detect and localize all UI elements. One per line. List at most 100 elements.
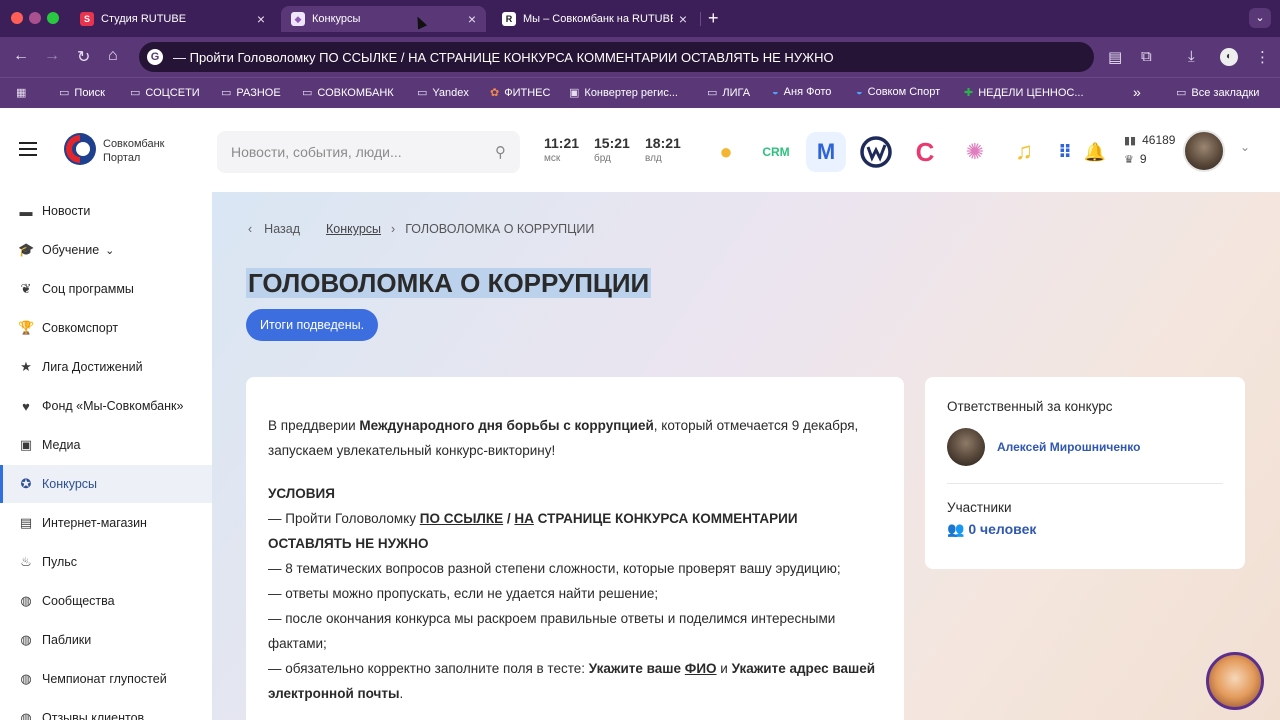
sidebar-item-learning[interactable]: 🎓 Обучение ⌄ bbox=[0, 231, 212, 269]
address-bar-text[interactable]: — Пройти Головоломку ПО ССЫЛКЕ / НА СТРА… bbox=[173, 50, 834, 65]
responsible-name-link[interactable]: Алексей Мирошниченко bbox=[997, 440, 1140, 454]
back-arrow-icon[interactable]: ← bbox=[13, 47, 29, 65]
new-tab-plus-icon[interactable]: + bbox=[708, 8, 719, 29]
address-bar[interactable]: G — Пройти Головоломку ПО ССЫЛКЕ / НА СТ… bbox=[139, 42, 1094, 72]
heart-icon: ♥ bbox=[22, 398, 30, 414]
responsible-person[interactable]: Алексей Мирошниченко bbox=[947, 428, 1223, 466]
sidebar-item-sovcomsport[interactable]: 🏆 Совкомспорт bbox=[0, 309, 212, 347]
portal-logo-text[interactable]: Совкомбанк Портал bbox=[103, 137, 164, 165]
sidebar-item-media[interactable]: ▣ Медиа bbox=[0, 426, 212, 464]
bookmark-folder-misc[interactable]: ▭ РАЗНОЕ bbox=[221, 86, 281, 100]
tab-title: Конкурсы bbox=[312, 13, 361, 25]
conditions-block: УСЛОВИЯ — Пройти Головоломку ПО ССЫЛКЕ /… bbox=[268, 486, 876, 701]
app-music-note-icon[interactable]: ♫ bbox=[1004, 132, 1044, 172]
sidebar-item-silliness-championship[interactable]: ◍ Чемпионат глупостей bbox=[0, 660, 212, 698]
extensions-puzzle-icon[interactable]: ⧉ bbox=[1141, 48, 1152, 65]
close-tab-icon[interactable]: × bbox=[257, 11, 265, 27]
crown-icon: ♛ bbox=[1124, 153, 1134, 166]
chevron-left-icon[interactable]: ‹ bbox=[248, 222, 252, 236]
app-c-icon[interactable]: C bbox=[905, 132, 945, 172]
folder-icon: ▭ bbox=[1176, 87, 1187, 99]
graduation-cap-icon: 🎓 bbox=[18, 242, 35, 257]
sidebar-nav: ▬ Новости 🎓 Обучение ⌄ ❦ Соц программы 🏆… bbox=[0, 192, 212, 720]
browser-tab-bar: S Студия RUTUBE × ◆ Конкурсы × R Мы – Со… bbox=[0, 0, 1280, 37]
close-tab-icon[interactable]: × bbox=[679, 11, 687, 27]
chevron-down-icon[interactable]: ⌄ bbox=[105, 244, 114, 257]
close-window-button[interactable] bbox=[11, 12, 23, 24]
app-w-circle-icon[interactable] bbox=[856, 132, 896, 172]
contest-page-link[interactable]: НА bbox=[514, 511, 534, 526]
more-bookmarks-chevron-icon[interactable]: » bbox=[1133, 84, 1141, 100]
app-pear-icon[interactable]: ● bbox=[706, 132, 746, 172]
sidebar-item-achievements-league[interactable]: ★ Лига Достижений bbox=[0, 348, 212, 386]
sidebar-item-news[interactable]: ▬ Новости bbox=[0, 192, 212, 230]
avatar[interactable] bbox=[947, 428, 985, 466]
reload-icon[interactable]: ↻ bbox=[77, 47, 90, 67]
owl-mascot-icon[interactable] bbox=[1206, 652, 1264, 710]
search-icon[interactable]: ⚲ bbox=[495, 143, 506, 161]
tab-separator bbox=[700, 12, 701, 26]
bookmark-converter[interactable]: ▣ Конвертер регис... bbox=[569, 86, 678, 100]
bookmark-anya-photo[interactable]: ◒ Аня Фото bbox=[772, 86, 831, 98]
divider bbox=[947, 483, 1223, 484]
download-icon[interactable]: ⤓ bbox=[1188, 48, 1195, 65]
bookmark-fitness[interactable]: ✿ ФИТНЕС bbox=[490, 86, 550, 100]
sidebar-item-social-programs[interactable]: ❦ Соц программы bbox=[0, 270, 212, 308]
close-tab-icon[interactable]: × bbox=[468, 11, 476, 27]
minimize-window-button[interactable] bbox=[29, 12, 41, 24]
home-icon[interactable]: ⌂ bbox=[108, 47, 118, 65]
sidebar-item-pulse[interactable]: ♨ Пульс bbox=[0, 543, 212, 581]
browser-tab-contests[interactable]: ◆ Конкурсы × bbox=[281, 6, 486, 32]
sovcombank-logo-icon[interactable] bbox=[63, 132, 97, 166]
rating-stat[interactable]: ▮▮ 46189 bbox=[1124, 133, 1175, 147]
bookmark-values-week[interactable]: ✚ НЕДЕЛИ ЦЕННОС... bbox=[964, 86, 1084, 100]
extension-save-icon[interactable]: ▤ bbox=[1108, 48, 1122, 66]
forward-arrow-icon[interactable]: → bbox=[44, 47, 60, 65]
search-input[interactable] bbox=[231, 144, 495, 160]
profile-avatar-icon[interactable]: ◐ bbox=[1220, 48, 1238, 66]
apps-grid-icon[interactable]: ▦ bbox=[16, 86, 31, 99]
browser-tab-rutube-channel[interactable]: R Мы – Совкомбанк на RUTUBE × bbox=[492, 6, 697, 32]
sidebar-item-publics[interactable]: ◍ Паблики bbox=[0, 621, 212, 659]
app-m-icon[interactable]: M bbox=[806, 132, 846, 172]
puzzle-link[interactable]: ПО ССЫЛКЕ bbox=[420, 511, 503, 526]
chevron-down-icon[interactable]: ⌄ bbox=[1240, 140, 1250, 154]
folder-icon: ▭ bbox=[707, 87, 718, 99]
sidebar-item-foundation[interactable]: ♥ Фонд «Мы-Совкомбанк» bbox=[0, 387, 212, 425]
sidebar-item-online-store[interactable]: ▤ Интернет-магазин bbox=[0, 504, 212, 542]
chat-icon: ◍ bbox=[20, 632, 32, 647]
app-crm-icon[interactable]: CRM bbox=[756, 132, 796, 172]
app-flower-icon[interactable]: ✺ bbox=[955, 132, 995, 172]
bookmark-sovcom-sport[interactable]: ◒ Совком Спорт bbox=[856, 86, 940, 98]
participants-count[interactable]: 👥 0 человек bbox=[947, 521, 1223, 538]
bookmark-folder-socials[interactable]: ▭ СОЦСЕТИ bbox=[130, 86, 200, 100]
apps-grid-icon[interactable]: ⠿ bbox=[1048, 132, 1082, 172]
portal-favicon-icon: ◆ bbox=[291, 12, 305, 26]
bookmark-folder-yandex[interactable]: ▭ Yandex bbox=[417, 86, 469, 100]
hamburger-menu-icon[interactable] bbox=[19, 142, 37, 156]
browser-tab-rutube-studio[interactable]: S Студия RUTUBE × bbox=[70, 6, 275, 32]
sidebar-item-client-reviews[interactable]: ◍ Отзывы клиентов bbox=[0, 699, 212, 720]
portal-search: ⚲ bbox=[217, 131, 520, 173]
breadcrumb-back[interactable]: Назад bbox=[264, 222, 300, 236]
tab-search-chevron-icon[interactable]: ⌄ bbox=[1249, 8, 1271, 28]
maximize-window-button[interactable] bbox=[47, 12, 59, 24]
bookmark-folder-sovcombank[interactable]: ▭ СОВКОМБАНК bbox=[302, 86, 394, 100]
rutube-studio-favicon-icon: S bbox=[80, 12, 94, 26]
book-icon: ▣ bbox=[19, 437, 33, 452]
bookmark-folder-league[interactable]: ▭ ЛИГА bbox=[707, 86, 750, 100]
notifications-bell-icon[interactable]: 🔔 bbox=[1080, 132, 1110, 172]
user-avatar[interactable] bbox=[1183, 130, 1225, 172]
sidebar-item-communities[interactable]: ◍ Сообщества bbox=[0, 582, 212, 620]
page-title: ГОЛОВОЛОМКА О КОРРУПЦИИ bbox=[246, 268, 652, 298]
clock-bryansk: 15:21 брд bbox=[594, 135, 630, 164]
bookmark-folder-search[interactable]: ▭ Поиск bbox=[59, 86, 105, 100]
portal-header: Совкомбанк Портал ⚲ 11:21 мск 15:21 брд … bbox=[0, 108, 1280, 192]
cart-icon: ▤ bbox=[19, 515, 33, 530]
breadcrumb-current: ГОЛОВОЛОМКА О КОРРУПЦИИ bbox=[405, 222, 595, 236]
browser-menu-icon[interactable]: ⋮ bbox=[1255, 48, 1270, 66]
medals-stat[interactable]: ♛ 9 bbox=[1124, 152, 1147, 166]
sidebar-item-contests[interactable]: ✪ Конкурсы bbox=[0, 465, 212, 503]
all-bookmarks-folder[interactable]: ▭ Все закладки bbox=[1176, 86, 1259, 100]
breadcrumb-contests-link[interactable]: Конкурсы bbox=[326, 222, 381, 236]
